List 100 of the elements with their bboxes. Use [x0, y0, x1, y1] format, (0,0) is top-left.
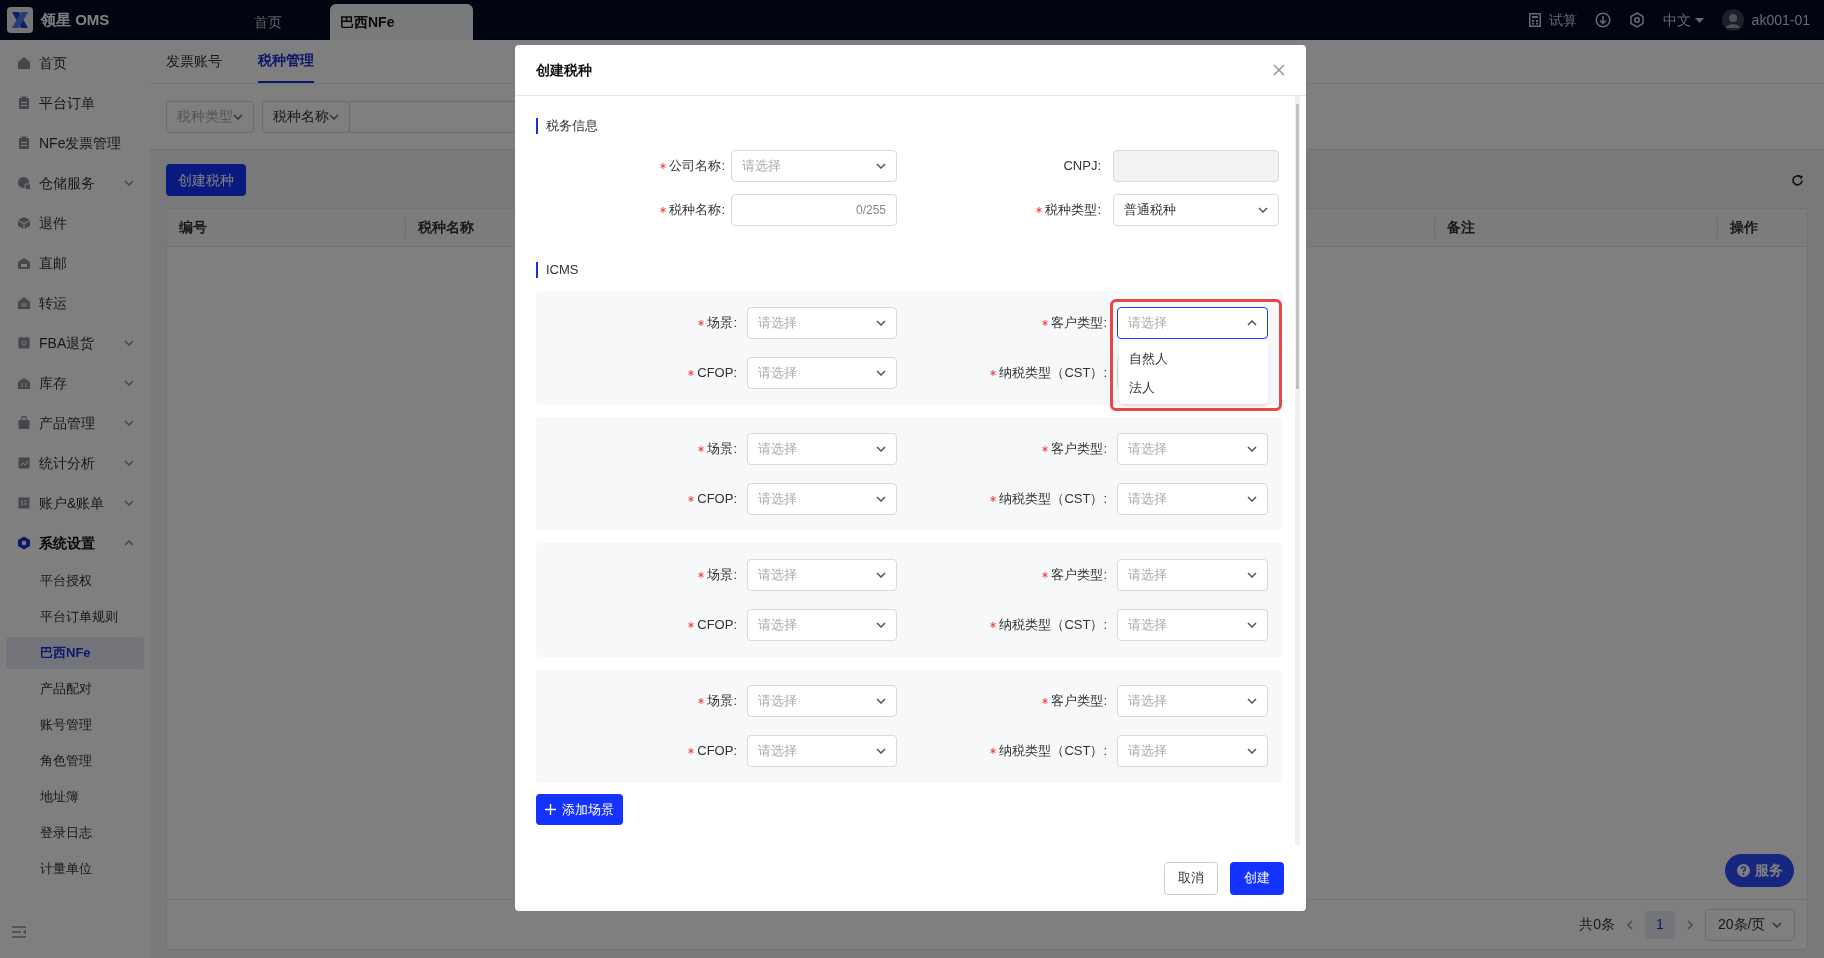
- chevron-down-icon: [1247, 698, 1257, 704]
- select-field[interactable]: 请选择: [747, 609, 897, 641]
- select-field[interactable]: 请选择: [747, 685, 897, 717]
- sidebar-item[interactable]: 系统设置: [0, 523, 150, 563]
- page-button[interactable]: 1: [1645, 910, 1675, 939]
- select-field[interactable]: 请选择: [747, 735, 897, 767]
- select-field[interactable]: 请选择: [747, 559, 897, 591]
- select-field[interactable]: 请选择: [1117, 735, 1268, 767]
- sidebar-subitem[interactable]: 计量单位: [6, 853, 144, 885]
- required-asterisk-icon: [1042, 698, 1049, 704]
- chevron-down-icon: [876, 622, 886, 628]
- nav-tab[interactable]: 首页: [240, 4, 330, 40]
- select-field[interactable]: 请选择: [747, 433, 897, 465]
- create-button[interactable]: 创建: [1230, 861, 1284, 895]
- field-label: CFOP:: [697, 490, 737, 509]
- sidebar-item[interactable]: NFe发票管理: [0, 123, 150, 163]
- required-asterisk-icon: [990, 748, 997, 754]
- required-asterisk-icon: [990, 496, 997, 502]
- select-field[interactable]: 请选择: [1117, 483, 1268, 515]
- sidebar-item[interactable]: 仓储服务: [0, 163, 150, 203]
- required-asterisk-icon: [1036, 207, 1043, 213]
- dropdown-option[interactable]: 法人: [1119, 373, 1268, 402]
- sidebar-item[interactable]: 库存: [0, 363, 150, 403]
- settings-button[interactable]: [1628, 12, 1645, 28]
- user-menu[interactable]: ak001-01: [1721, 9, 1810, 31]
- refresh-button[interactable]: [1791, 173, 1804, 187]
- select-field[interactable]: 请选择: [731, 150, 897, 182]
- select-field[interactable]: 请选择: [1117, 559, 1268, 591]
- chevron-down-icon: [1247, 572, 1257, 578]
- chevron-down-icon: [1247, 748, 1257, 754]
- language-selector[interactable]: 中文: [1662, 9, 1704, 31]
- sidebar-subitem[interactable]: 巴西NFe: [6, 637, 144, 669]
- dropdown-option[interactable]: 自然人: [1119, 344, 1268, 373]
- add-scenario-button[interactable]: 添加场景: [536, 794, 623, 825]
- collapse-button[interactable]: [12, 926, 26, 938]
- sidebar-subitem[interactable]: 登录日志: [6, 817, 144, 849]
- field-label: 纳税类型（CST）:: [999, 616, 1107, 635]
- avatar-icon: [1721, 9, 1744, 31]
- sidebar-item[interactable]: 转运: [0, 283, 150, 323]
- sidebar-item[interactable]: FBA退货: [0, 323, 150, 363]
- sidebar-subitem[interactable]: 产品配对: [6, 673, 144, 705]
- field-label: 场景:: [707, 314, 737, 333]
- input-field[interactable]: 0/255: [731, 194, 897, 226]
- field-label: 客户类型:: [1051, 440, 1107, 459]
- field-label: 客户类型:: [1051, 566, 1107, 585]
- field-label: 场景:: [707, 566, 737, 585]
- sidebar-item[interactable]: 账户&账单: [0, 483, 150, 523]
- required-asterisk-icon: [660, 163, 667, 169]
- page-size-select[interactable]: 20条/页: [1705, 908, 1795, 941]
- required-asterisk-icon: [660, 207, 667, 213]
- select-field[interactable]: 请选择: [747, 483, 897, 515]
- sidebar-item[interactable]: 统计分析: [0, 443, 150, 483]
- select-field[interactable]: 请选择: [747, 357, 897, 389]
- create-button[interactable]: 创建税种: [166, 164, 246, 196]
- clipboard-icon: [17, 136, 31, 150]
- hexagon-icon: [17, 536, 31, 550]
- sidebar-item[interactable]: 平台订单: [0, 83, 150, 123]
- sidebar-item[interactable]: 产品管理: [0, 403, 150, 443]
- close-icon: [1273, 64, 1285, 76]
- settings-icon: [1628, 12, 1645, 28]
- sidebar-item[interactable]: 退件: [0, 203, 150, 243]
- scrollbar[interactable]: [1295, 96, 1300, 845]
- sidebar-item[interactable]: 直邮: [0, 243, 150, 283]
- select-field[interactable]: 请选择: [1117, 307, 1268, 339]
- close-button[interactable]: [1273, 64, 1285, 76]
- select-field[interactable]: 请选择: [1117, 609, 1268, 641]
- column-header: 操作: [1730, 219, 1758, 235]
- sidebar-subitem[interactable]: 地址簿: [6, 781, 144, 813]
- select-field[interactable]: 请选择: [1117, 433, 1268, 465]
- calculator-button[interactable]: 试算: [1528, 9, 1577, 31]
- prev-page-button[interactable]: [1627, 919, 1633, 930]
- next-page-button[interactable]: [1687, 919, 1693, 930]
- chevron-down-icon: [876, 370, 886, 376]
- sidebar-subitem[interactable]: 角色管理: [6, 745, 144, 777]
- chevron-down-icon: [233, 113, 243, 120]
- select-field[interactable]: 请选择: [1117, 685, 1268, 717]
- nav-tab[interactable]: 巴西NFe: [330, 4, 473, 40]
- column-header: 编号: [179, 219, 207, 235]
- sidebar-subitem[interactable]: 平台授权: [6, 565, 144, 597]
- sidebar-item[interactable]: 首页: [0, 43, 150, 83]
- download-button[interactable]: [1594, 12, 1611, 28]
- chevron-down-icon: [329, 113, 339, 120]
- field-label: 纳税类型（CST）:: [999, 742, 1107, 761]
- column-header: 备注: [1447, 219, 1475, 235]
- column-header: 税种名称: [418, 219, 474, 235]
- page-tab[interactable]: 发票账号: [166, 39, 222, 83]
- chevron-down-icon: [1258, 207, 1268, 213]
- home-icon: [17, 56, 31, 70]
- sidebar-subitem[interactable]: 平台订单规则: [6, 601, 144, 633]
- ledger-icon: [17, 496, 31, 510]
- field-label: 客户类型:: [1051, 692, 1107, 711]
- required-asterisk-icon: [990, 622, 997, 628]
- select-field[interactable]: 请选择: [747, 307, 897, 339]
- required-asterisk-icon: [698, 446, 705, 452]
- sidebar-subitem[interactable]: 账号管理: [6, 709, 144, 741]
- cancel-button[interactable]: 取消: [1164, 861, 1218, 895]
- chevron-down-icon: [876, 320, 886, 326]
- square-icon: [17, 336, 31, 350]
- select-field[interactable]: 普通税种: [1113, 194, 1279, 226]
- field-label: 纳税类型（CST）:: [999, 490, 1107, 509]
